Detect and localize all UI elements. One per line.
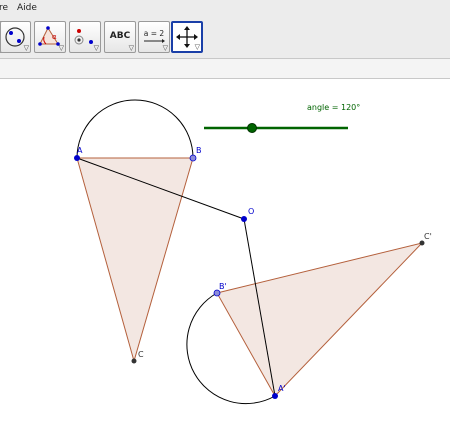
triangle-abc[interactable] [76, 157, 194, 363]
label-c: C [138, 350, 144, 359]
label-c-prime: C' [424, 232, 432, 241]
label-a: A [77, 146, 83, 155]
label-a-prime: A' [278, 384, 286, 393]
point-c-prime[interactable] [419, 240, 425, 246]
label-b-prime: B' [219, 282, 227, 291]
point-c[interactable] [131, 358, 137, 364]
slider-handle[interactable] [247, 123, 257, 133]
slider-angle-label: angle = 120° [307, 103, 360, 112]
point-b[interactable] [189, 154, 197, 162]
label-b: B [196, 146, 202, 155]
point-a[interactable] [74, 155, 80, 161]
point-o[interactable] [241, 216, 247, 222]
geometry-canvas[interactable]: angle = 120° A B C O A' B' C' [0, 0, 450, 421]
point-a-prime[interactable] [272, 393, 278, 399]
label-o: O [248, 207, 254, 216]
arc-ab[interactable] [76, 99, 194, 159]
triangle-a-prime-b-prime-c-prime[interactable] [216, 242, 424, 397]
